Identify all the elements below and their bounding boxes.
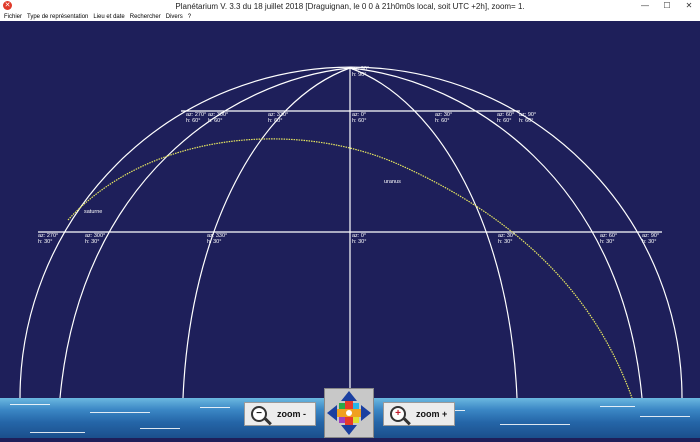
arrow-right-icon[interactable]	[361, 405, 371, 421]
grid60-h-label: h: 60°	[497, 118, 511, 124]
zoom-in-button[interactable]: + zoom +	[383, 402, 455, 426]
minimize-button[interactable]: —	[634, 0, 656, 12]
zoom-out-icon: −	[251, 406, 267, 422]
arrow-down-icon[interactable]	[341, 425, 357, 435]
grid60-h-label: h: 60°	[268, 118, 282, 124]
grid30-h-label: h: 30°	[642, 239, 656, 245]
maximize-button[interactable]: ☐	[656, 0, 678, 12]
grid30-h-label: h: 30°	[498, 239, 512, 245]
grid30-h-label: h: 30°	[85, 239, 99, 245]
zoom-in-label: zoom +	[416, 409, 448, 419]
zoom-in-icon: +	[390, 406, 406, 422]
grid60-h-label: h: 60°	[208, 118, 222, 124]
close-button[interactable]: ✕	[678, 0, 700, 12]
grid30-h-label: h: 30°	[207, 239, 221, 245]
zoom-out-button[interactable]: − zoom -	[244, 402, 316, 426]
menu-bar: Fichier Type de représentation Lieu et d…	[0, 12, 700, 21]
planet-label-uranus[interactable]: uranus	[384, 179, 401, 185]
grid60-h-label: h: 60°	[186, 118, 200, 124]
window-titlebar: ✕ Planétarium V. 3.3 du 18 juillet 2018 …	[0, 0, 700, 12]
planet-label-saturne[interactable]: saturne	[84, 209, 102, 215]
arrow-left-icon[interactable]	[327, 405, 337, 421]
grid30-h-label: h: 30°	[38, 239, 52, 245]
direction-arrows-icon	[327, 391, 371, 435]
menu-item-divers[interactable]: Divers	[166, 14, 183, 20]
grid30-h-label: h: 30°	[600, 239, 614, 245]
sky-chart[interactable]: az: 90° h: 90° az: 270° h: 60° az: 300° …	[0, 0, 700, 438]
zenith-h-label: h: 90°	[352, 72, 366, 78]
menu-item-help[interactable]: ?	[188, 14, 191, 20]
window-controls: — ☐ ✕	[634, 0, 700, 12]
menu-item-fichier[interactable]: Fichier	[4, 14, 22, 20]
grid60-h-label: h: 60°	[519, 118, 533, 124]
menu-item-type-representation[interactable]: Type de représentation	[27, 14, 88, 20]
grid30-h-label: h: 30°	[352, 239, 366, 245]
arrow-up-icon[interactable]	[341, 391, 357, 401]
window-title: Planétarium V. 3.3 du 18 juillet 2018 [D…	[175, 1, 525, 11]
app-icon: ✕	[3, 1, 12, 10]
zoom-out-label: zoom -	[277, 409, 306, 419]
direction-pad[interactable]	[324, 388, 374, 438]
menu-item-rechercher[interactable]: Rechercher	[130, 14, 161, 20]
grid60-h-label: h: 60°	[352, 118, 366, 124]
grid60-h-label: h: 60°	[435, 118, 449, 124]
menu-item-lieu-et-date[interactable]: Lieu et date	[93, 14, 124, 20]
